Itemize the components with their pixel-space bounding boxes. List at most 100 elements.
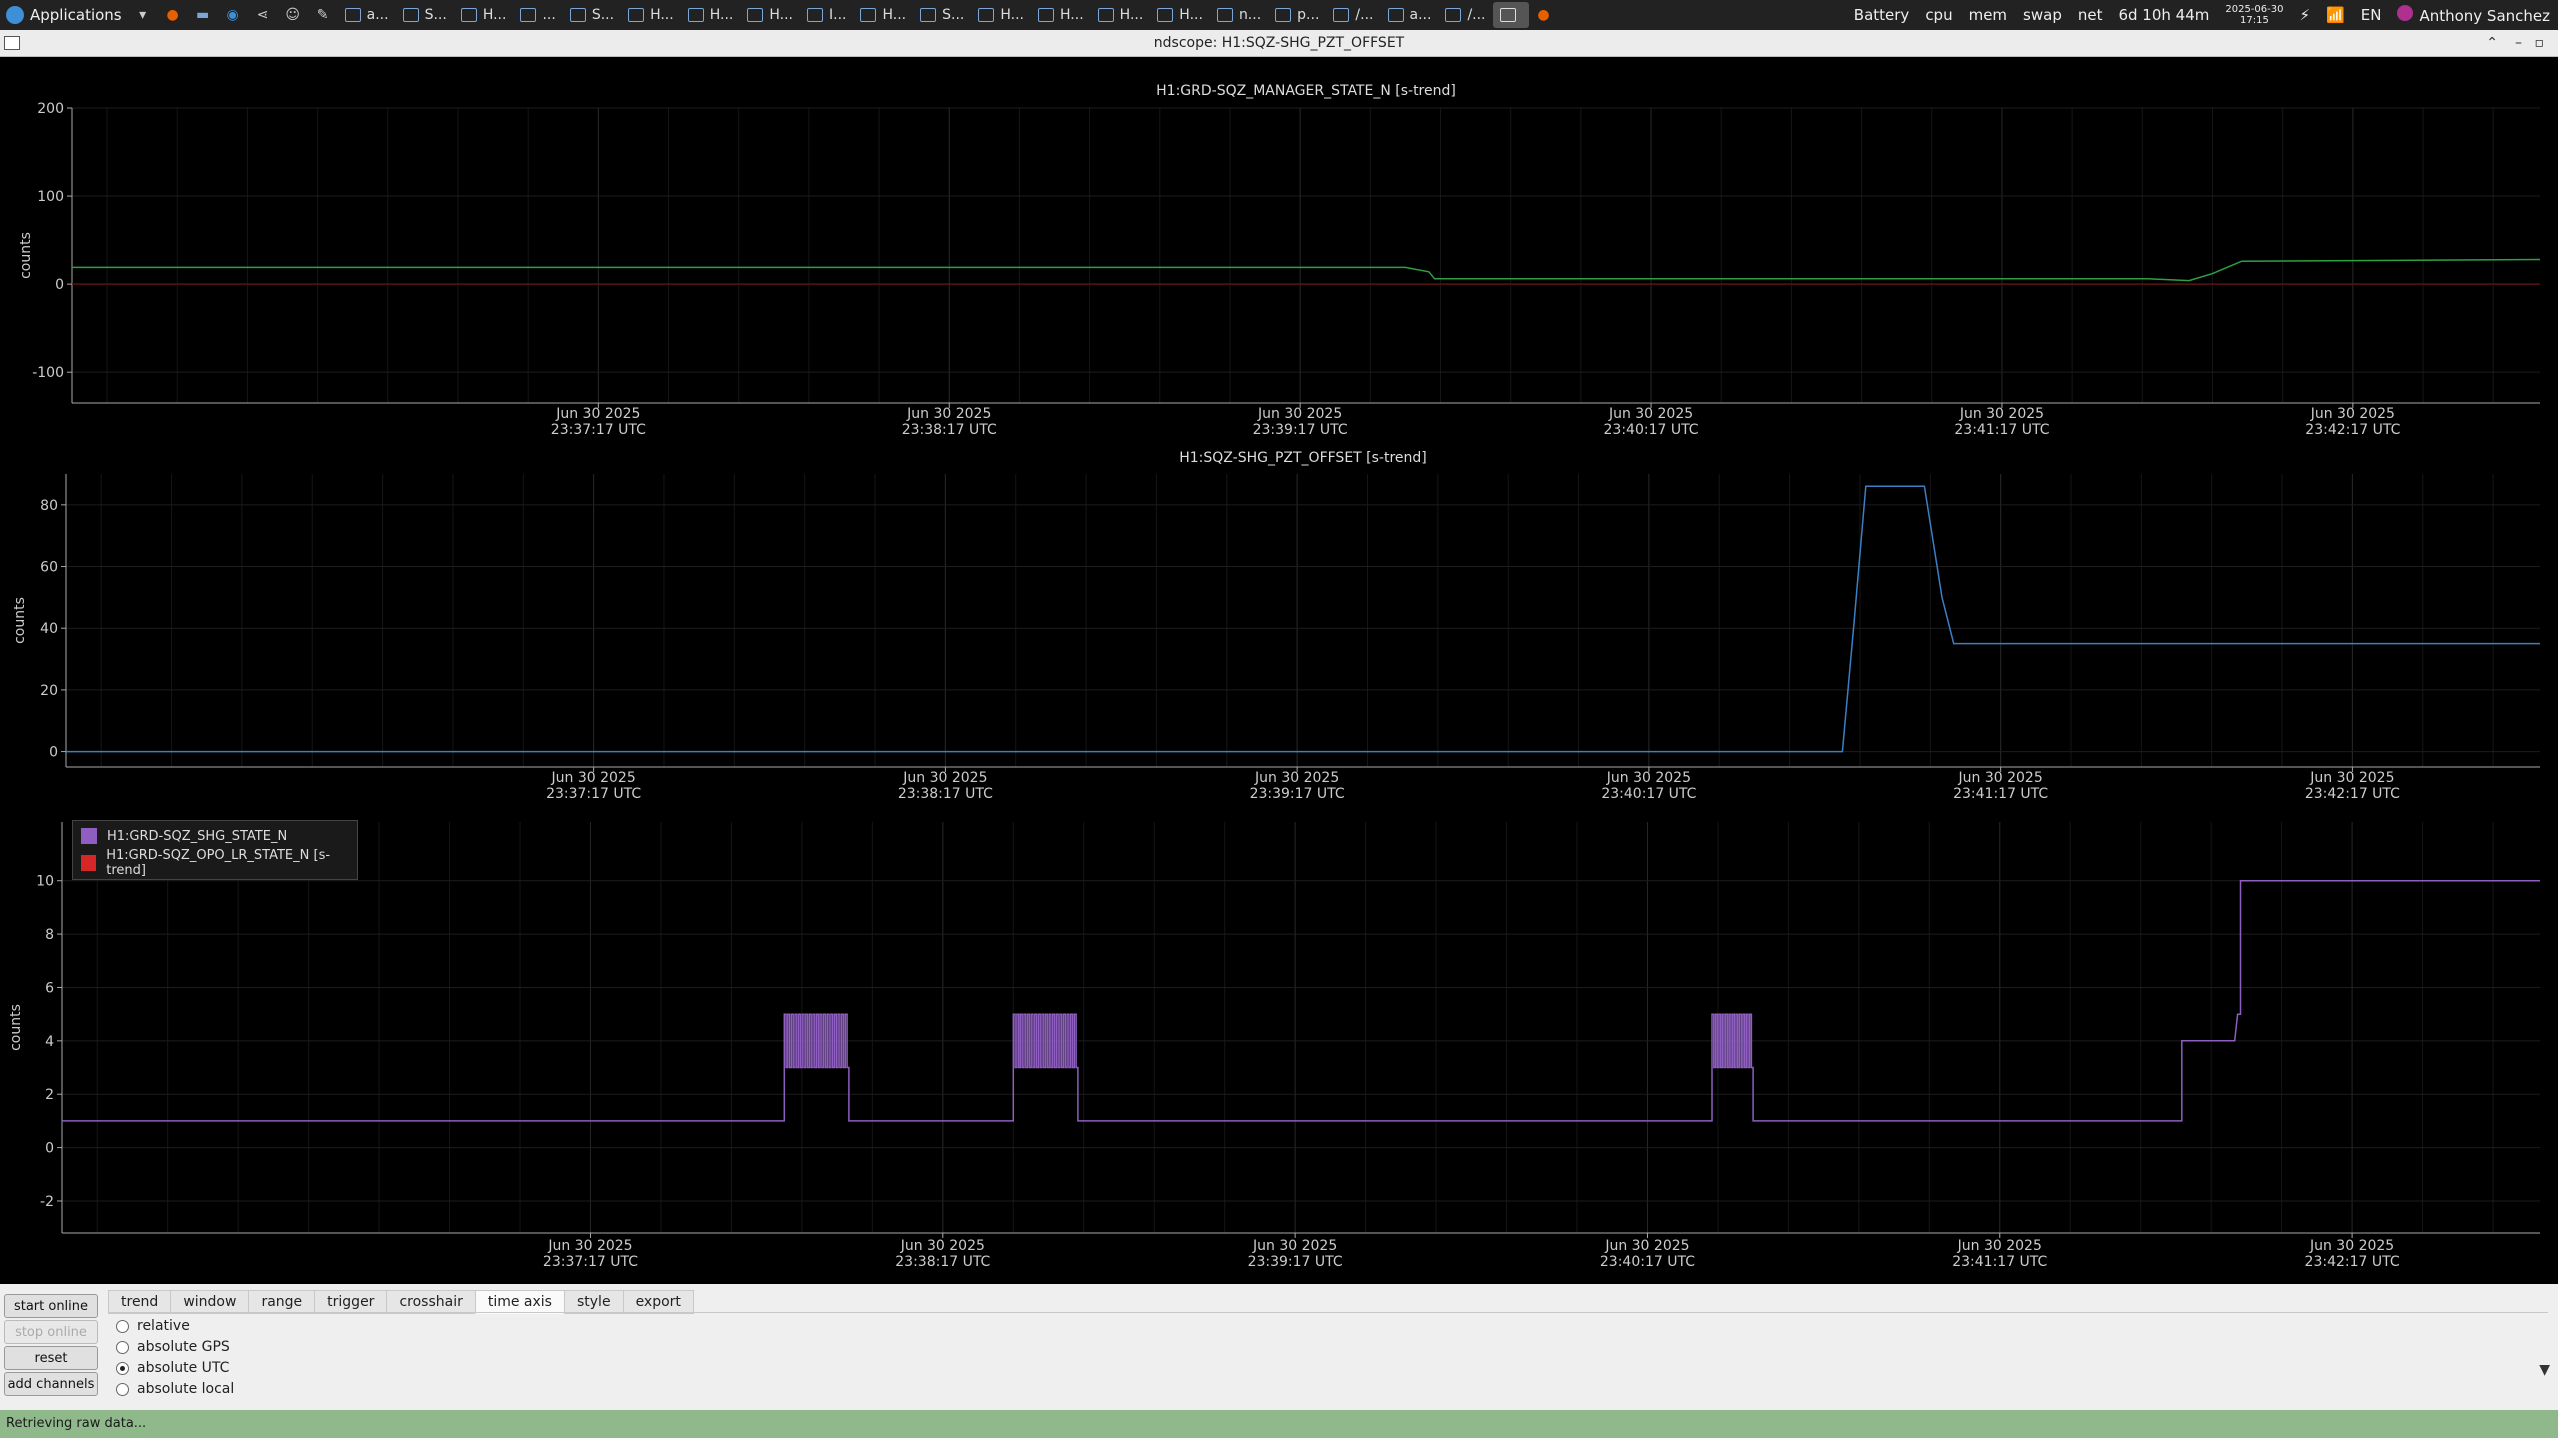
window-icon (1445, 8, 1462, 22)
taskbar-window-active[interactable] (1492, 2, 1529, 28)
window-icon (569, 8, 586, 22)
taskbar-window[interactable]: H... (681, 2, 741, 28)
taskbar-window[interactable]: H... (740, 2, 800, 28)
network-icon[interactable]: 📶 (2326, 6, 2345, 24)
x-tick-date: Jun 30 2025 (1257, 406, 1342, 422)
y-tick-label: 0 (55, 277, 64, 293)
tab-style[interactable]: style (563, 1290, 624, 1314)
tab-range[interactable]: range (248, 1290, 316, 1314)
y-tick-label: -2 (40, 1194, 54, 1210)
window-menu-icon[interactable] (4, 36, 20, 50)
applications-menu[interactable]: Applications (0, 0, 128, 30)
expand-arrow-icon[interactable]: ▼ (2539, 1362, 2550, 1378)
taskbar-window[interactable]: S... (563, 2, 621, 28)
x-tick-date: Jun 30 2025 (1959, 406, 2044, 422)
taskbar-window[interactable]: n... (1210, 2, 1268, 28)
taskbar-window[interactable]: H... (1150, 2, 1210, 28)
taskbar-window-label: n... (1238, 7, 1262, 23)
start-online-button[interactable]: start online (4, 1294, 98, 1318)
taskbar-window[interactable]: H... (621, 2, 681, 28)
taskbar-window[interactable]: /... (1438, 2, 1492, 28)
plot-2-canvas[interactable]: 80 60 40 20 0 counts H1:SQZ-SHG_PZT_OFFSET [s-… (0, 436, 2558, 806)
share-icon[interactable]: ⋖ (254, 6, 272, 24)
battery-indicator[interactable]: Battery (1854, 6, 1910, 24)
reset-button[interactable]: reset (4, 1346, 98, 1370)
people-icon[interactable]: ☺ (284, 6, 302, 24)
net-indicator[interactable]: net (2078, 6, 2103, 24)
y-tick-label: 0 (49, 745, 58, 761)
maximize-button[interactable]: ▫ (2535, 30, 2545, 56)
x-tick-date: Jun 30 2025 (906, 406, 991, 422)
window-icon (344, 8, 361, 22)
window-icon (1038, 8, 1055, 22)
radio-button[interactable] (116, 1361, 129, 1375)
taskbar-window[interactable]: p... (1268, 2, 1326, 28)
legend-swatch (81, 828, 97, 844)
swap-indicator[interactable]: swap (2023, 6, 2062, 24)
plot-1[interactable]: 200 100 0 -100 counts H1:GRD-SQZ_MANAGER_STAT… (0, 56, 2558, 436)
taskbar-window[interactable]: I... (800, 2, 853, 28)
legend-item[interactable]: H1:GRD-SQZ_SHG_STATE_N (73, 824, 357, 848)
tab-crosshair[interactable]: crosshair (386, 1290, 476, 1314)
plot-3-legend[interactable]: H1:GRD-SQZ_SHG_STATE_N H1:GRD-SQZ_OPO_LR… (72, 820, 358, 880)
x-tick-date: Jun 30 2025 (1252, 1238, 1337, 1254)
shade-button[interactable]: ⌃ (2486, 30, 2498, 56)
window-title: ndscope: H1:SQZ-SHG_PZT_OFFSET (1153, 35, 1405, 51)
window-icon (747, 8, 764, 22)
y-tick-label: 80 (40, 498, 58, 514)
taskbar-window-label: H... (709, 7, 734, 23)
taskbar-window[interactable]: ... (513, 2, 562, 28)
y-tick-label: 10 (36, 874, 54, 890)
taskbar-window[interactable]: a... (1381, 2, 1439, 28)
firefox-icon[interactable]: ● (164, 6, 182, 24)
taskbar-window[interactable]: H... (853, 2, 913, 28)
radio-button[interactable] (116, 1319, 129, 1333)
y-tick-label: 200 (37, 101, 64, 117)
taskbar-window[interactable]: H... (454, 2, 514, 28)
chevron-down-icon[interactable]: ▾ (134, 6, 152, 24)
radio-relative[interactable]: relative (116, 1316, 190, 1336)
radio-absolute-gps[interactable]: absolute GPS (116, 1337, 230, 1357)
power-icon[interactable]: ⚡ (2300, 6, 2311, 24)
x-tick-date: Jun 30 2025 (2309, 770, 2394, 786)
clock[interactable]: 2025-06-30 17:15 (2225, 4, 2283, 26)
y-axis-label: counts (18, 232, 34, 279)
tab-window[interactable]: window (170, 1290, 250, 1314)
window-icon (520, 8, 537, 22)
window-icon (920, 8, 937, 22)
language-indicator[interactable]: EN (2361, 6, 2382, 24)
taskbar-window-label: H... (769, 7, 793, 23)
taskbar-window[interactable]: /... (1326, 2, 1380, 28)
taskbar-window[interactable]: a... (338, 2, 396, 28)
taskbar-window[interactable]: S... (396, 2, 454, 28)
mem-indicator[interactable]: mem (1969, 6, 2007, 24)
plot-1-canvas[interactable]: 200 100 0 -100 counts H1:GRD-SQZ_MANAGER_STAT… (0, 56, 2558, 436)
browser-icon[interactable]: ◉ (224, 6, 242, 24)
add-channels-button[interactable]: add channels (4, 1372, 98, 1396)
plot-2[interactable]: 80 60 40 20 0 counts H1:SQZ-SHG_PZT_OFFSET [s-… (0, 436, 2558, 806)
radio-absolute-local[interactable]: absolute local (116, 1379, 234, 1399)
taskbar-window[interactable]: H... (1091, 2, 1151, 28)
taskbar-window[interactable]: S... (913, 2, 971, 28)
radio-button[interactable] (116, 1340, 129, 1354)
taskbar-window[interactable]: H... (971, 2, 1031, 28)
applications-logo-icon (6, 6, 24, 24)
tab-trend[interactable]: trend (108, 1290, 172, 1314)
minimize-button[interactable]: – (2515, 30, 2522, 56)
plot-3-canvas[interactable]: 1086420-2countsJun 30 202523:37:17 UTCJu… (0, 806, 2558, 1284)
cpu-indicator[interactable]: cpu (1925, 6, 1952, 24)
editor-icon[interactable]: ✎ (314, 6, 332, 24)
tab-trigger[interactable]: trigger (314, 1290, 388, 1314)
radio-absolute-utc[interactable]: absolute UTC (116, 1358, 229, 1378)
taskbar-window-label: H... (1179, 7, 1203, 23)
legend-item[interactable]: H1:GRD-SQZ_OPO_LR_STATE_N [s-trend] (73, 848, 357, 878)
plot-3[interactable]: 10 8 6 4 2 0 -2 counts Jun 30 2025 23:37:17 UTC Ju… (0, 806, 2558, 1284)
tab-time-axis[interactable]: time axis (474, 1290, 565, 1314)
user-menu[interactable]: Anthony Sanchez (2397, 5, 2550, 25)
radio-button[interactable] (116, 1382, 129, 1396)
taskbar-window[interactable]: H... (1031, 2, 1091, 28)
tab-export[interactable]: export (622, 1290, 694, 1314)
window-icon (807, 8, 823, 22)
folder-icon[interactable]: ▬ (194, 6, 212, 24)
firefox-tray-icon[interactable]: ● (1535, 6, 1553, 24)
